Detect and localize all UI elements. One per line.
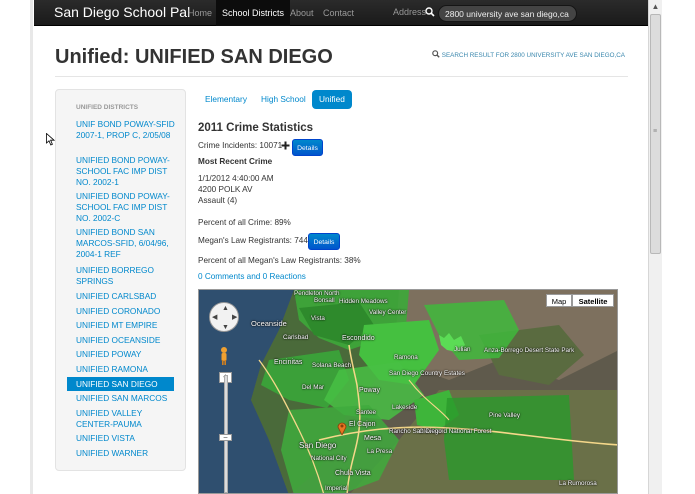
top-navbar: San Diego School Pal Home School Distric… (34, 0, 648, 26)
sidebar-item-unified-coronado[interactable]: UNIFIED CORONADO (76, 306, 176, 317)
window-right-margin (662, 0, 695, 494)
recent-crime-datetime: 1/1/2012 4:40:00 AM (198, 174, 274, 183)
sidebar-item-unif-bond-poway-sfid[interactable]: UNIF BOND POWAY-SFID 2007-1, PROP C, 2/0… (76, 119, 176, 141)
plus-icon[interactable] (281, 141, 290, 150)
nav-contact[interactable]: Contact (317, 0, 360, 26)
address-label: Address (393, 7, 427, 17)
pan-control[interactable]: ▲ ▼ ◀ ▶ (209, 302, 239, 332)
recent-crime-type: Assault (4) (198, 196, 238, 205)
map-label: Rancho San Diego (389, 428, 442, 435)
pan-left-icon[interactable]: ◀ (212, 314, 217, 321)
brand-link[interactable]: San Diego School Pal (54, 4, 190, 20)
map-label: Anza-Borrego Desert State Park (484, 347, 575, 354)
map-label: Del Mar (302, 384, 325, 391)
sidebar-item-unified-bond-poway-2002-c[interactable]: UNIFIED BOND POWAY-SCHOOL FAC IMP DIST N… (76, 191, 176, 224)
sidebar-header: UNIFIED DISTRICTS (76, 104, 139, 111)
sidebar-item-unified-warner[interactable]: UNIFIED WARNER (76, 448, 176, 459)
crime-stats-heading: 2011 Crime Statistics (198, 122, 314, 134)
sidebar-item-unified-poway[interactable]: UNIFIED POWAY (76, 349, 176, 360)
map-label: Imperial (325, 485, 348, 492)
map-label: La Rumorosa (559, 480, 597, 487)
district-sidebar: UNIFIED DISTRICTS UNIF BOND POWAY-SFID 2… (55, 89, 186, 471)
map-label: Oceanside (251, 319, 287, 328)
tab-high-school[interactable]: High School (254, 90, 313, 109)
map-label: Bonsall (314, 297, 335, 304)
sidebar-item-unified-vista[interactable]: UNIFIED VISTA (76, 433, 176, 444)
map-label: National City (311, 455, 347, 462)
sidebar-item-unified-san-diego[interactable]: UNIFIED SAN DIEGO (67, 377, 174, 391)
location-marker-icon[interactable] (337, 421, 347, 435)
map-label: Solana Beach (312, 362, 352, 369)
map-label: San Diego Country Estates (389, 370, 465, 377)
percent-megans-text: Percent of all Megan's Law Registrants: … (198, 256, 361, 265)
map-label: Lakeside (392, 404, 418, 411)
map-label: Mesa (364, 435, 382, 442)
crime-details-button[interactable]: Details (292, 139, 323, 156)
map-label: Encinitas (274, 359, 303, 366)
scroll-grip-icon: ≡ (653, 128, 658, 135)
recent-crime-heading: Most Recent Crime (198, 157, 273, 166)
address-search-input[interactable] (438, 5, 577, 22)
map-label: El Cajon (349, 421, 376, 428)
tab-unified[interactable]: Unified (312, 90, 352, 109)
map-label: Santee (356, 409, 376, 416)
megans-law-text: Megan's Law Registrants: 744 (198, 236, 308, 245)
map-label: Pendleton North (294, 290, 340, 297)
scroll-up-arrow-icon[interactable]: ▲ (649, 0, 662, 14)
sidebar-item-unified-bond-poway-2002-1[interactable]: UNIFIED BOND POWAY-SCHOOL FAC IMP DIST N… (76, 155, 176, 188)
nav-school-districts[interactable]: School Districts (216, 0, 291, 26)
map-label: Ramona (394, 354, 418, 361)
tab-elementary[interactable]: Elementary (198, 90, 254, 109)
nav-about[interactable]: About (284, 0, 320, 26)
sidebar-item-unified-borrego-springs[interactable]: UNIFIED BORREGO SPRINGS (76, 265, 176, 287)
window-left-border (0, 0, 32, 494)
search-result-text: SEARCH RESULT FOR 2800 UNIVERSITY AVE SA… (441, 52, 625, 59)
window-left-edge (30, 0, 33, 494)
search-icon (432, 50, 440, 58)
percent-crime-text: Percent of all Crime: 89% (198, 218, 291, 227)
map-label: Valley Center (369, 309, 407, 316)
sidebar-item-unified-ramona[interactable]: UNIFIED RAMONA (76, 364, 176, 375)
map-label: Escondido (342, 335, 375, 342)
pan-down-icon[interactable]: ▼ (222, 324, 229, 331)
map-label: Pine Valley (489, 412, 521, 419)
map-type-satellite-button[interactable]: Satellite (572, 294, 614, 307)
zoom-slider-handle[interactable]: − (219, 434, 232, 442)
map-label: Carlsbad (283, 334, 309, 341)
sidebar-item-unified-valley-center-pauma[interactable]: UNIFIED VALLEY CENTER-PAUMA (76, 408, 176, 430)
page-title: Unified: UNIFIED SAN DIEGO (55, 46, 333, 68)
map-label: Poway (359, 387, 381, 394)
search-icon (425, 7, 435, 17)
crime-incidents-text: Crime Incidents: 10071 (198, 141, 283, 150)
pan-right-icon[interactable]: ▶ (232, 314, 237, 321)
sidebar-item-unified-san-marcos[interactable]: UNIFIED SAN MARCOS (76, 393, 176, 404)
sidebar-item-unified-oceanside[interactable]: UNIFIED OCEANSIDE (76, 335, 176, 346)
nav-home[interactable]: Home (182, 0, 218, 26)
map-type-map-button[interactable]: Map (546, 294, 572, 307)
sidebar-item-unified-mt-empire[interactable]: UNIFIED MT EMPIRE (76, 320, 176, 331)
title-divider (55, 76, 628, 77)
comments-link[interactable]: 0 Comments and 0 Reactions (198, 272, 306, 281)
search-result-label: SEARCH RESULT FOR 2800 UNIVERSITY AVE SA… (432, 50, 625, 59)
megans-law-details-button[interactable]: Details (308, 233, 340, 250)
scroll-thumb[interactable]: ≡ (650, 14, 661, 254)
page-scrollbar[interactable]: ▲ ≡ (648, 0, 662, 494)
pegman-icon[interactable] (219, 346, 229, 366)
mouse-cursor-icon (46, 133, 55, 146)
district-map[interactable]: Map Satellite ▲ ▼ ◀ ▶ + − Pendleton Nort… (198, 289, 618, 494)
map-label: Chula Vista (335, 470, 371, 477)
map-label: Vista (311, 315, 325, 322)
map-label: Hidden Meadows (339, 298, 388, 305)
pan-up-icon[interactable]: ▲ (222, 305, 229, 312)
map-label: San Diego (299, 441, 337, 450)
map-label: Julian (454, 346, 471, 353)
sidebar-item-unified-carlsbad[interactable]: UNIFIED CARLSBAD (76, 291, 176, 302)
recent-crime-address: 4200 POLK AV (198, 185, 253, 194)
map-label: La Presa (367, 448, 393, 455)
sidebar-item-unified-bond-san-marcos[interactable]: UNIFIED BOND SAN MARCOS-SFID, 6/04/96, 2… (76, 227, 176, 260)
